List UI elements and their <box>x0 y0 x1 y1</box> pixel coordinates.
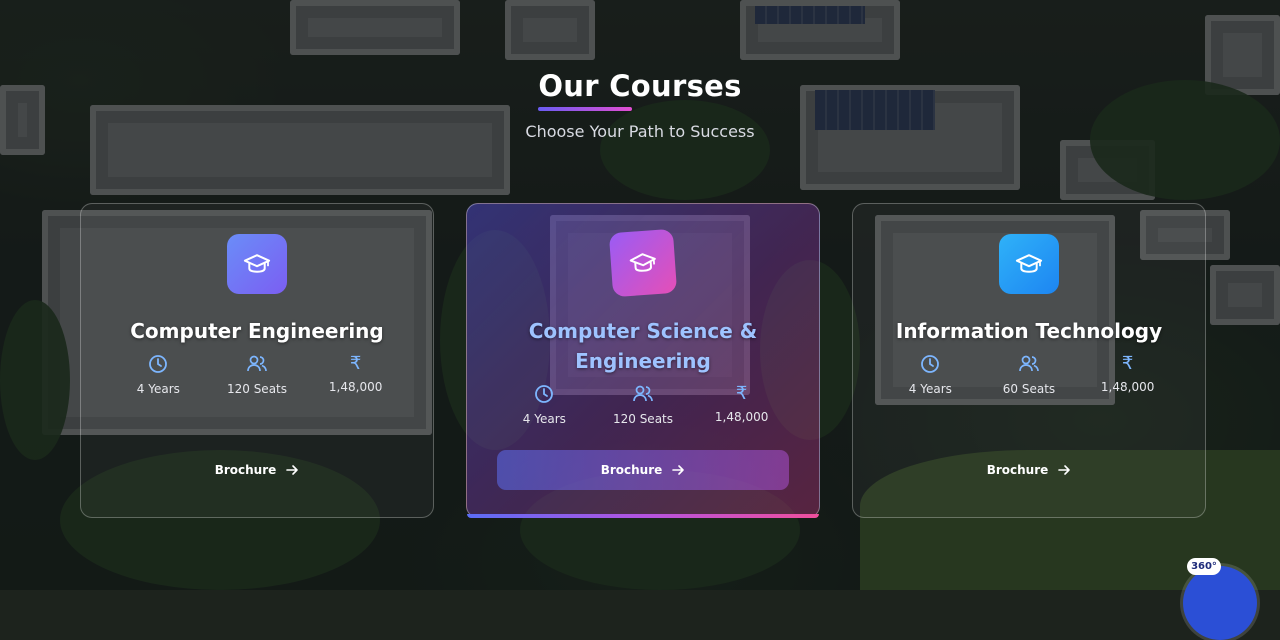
brochure-button[interactable]: Brochure <box>111 450 403 490</box>
clock-icon <box>535 385 554 403</box>
clock-icon <box>921 355 940 373</box>
clock-icon <box>149 355 168 373</box>
graduation-cap-icon <box>608 228 678 298</box>
course-card-information-technology[interactable]: Information Technology 4 Years 60 Seats … <box>852 203 1206 518</box>
seats-value: 120 Seats <box>612 412 673 426</box>
brochure-label: Brochure <box>600 463 663 477</box>
duration-value: 4 Years <box>136 382 180 396</box>
course-name: Computer Engineering <box>130 319 384 343</box>
duration-stat: 4 Years <box>499 384 589 427</box>
course-card-computer-engineering[interactable]: Computer Engineering 4 Years 120 Seats ₹… <box>80 203 434 518</box>
users-icon <box>1019 355 1039 372</box>
seats-value: 120 Seats <box>226 382 287 396</box>
course-stats: 4 Years 120 Seats ₹ 1,48,000 <box>467 384 819 427</box>
rupee-icon: ₹ <box>349 353 362 374</box>
arrow-right-icon <box>672 465 685 475</box>
fee-value: 1,48,000 <box>328 380 383 394</box>
section-title: Our Courses <box>538 66 742 111</box>
users-icon <box>633 385 653 402</box>
users-icon <box>247 355 267 372</box>
course-card-computer-science-engineering[interactable]: Computer Science & Engineering 4 Years 1… <box>466 203 820 518</box>
fee-stat: ₹ 1,48,000 <box>311 354 401 397</box>
section-subtitle: Choose Your Path to Success <box>525 122 755 141</box>
course-name: Information Technology <box>895 319 1163 343</box>
arrow-right-icon <box>1058 465 1071 475</box>
graduation-cap-icon <box>999 234 1059 294</box>
duration-value: 4 Years <box>522 412 566 426</box>
course-name: Computer Science & Engineering <box>528 319 758 373</box>
course-stats: 4 Years 120 Seats ₹ 1,48,000 <box>81 354 433 397</box>
fee-stat: ₹ 1,48,000 <box>697 384 787 427</box>
brochure-button[interactable]: Brochure <box>883 450 1175 490</box>
brochure-label: Brochure <box>986 463 1049 477</box>
brochure-button[interactable]: Brochure <box>497 450 789 490</box>
title-underline <box>538 107 633 111</box>
graduation-cap-icon <box>227 234 287 294</box>
brochure-label: Brochure <box>214 463 277 477</box>
section-title-text: Our Courses <box>538 69 742 103</box>
arrow-right-icon <box>286 465 299 475</box>
duration-stat: 4 Years <box>113 354 203 397</box>
seats-value: 60 Seats <box>1002 382 1056 396</box>
duration-value: 4 Years <box>908 382 952 396</box>
virtual-tour-button[interactable] <box>1183 566 1257 640</box>
seats-stat: 60 Seats <box>984 354 1074 397</box>
card-accent-bar <box>467 514 819 518</box>
duration-stat: 4 Years <box>885 354 975 397</box>
course-stats: 4 Years 60 Seats ₹ 1,48,000 <box>853 354 1205 397</box>
fee-stat: ₹ 1,48,000 <box>1083 354 1173 397</box>
rupee-icon: ₹ <box>735 383 748 404</box>
rupee-icon: ₹ <box>1121 353 1134 374</box>
fee-value: 1,48,000 <box>714 410 769 424</box>
seats-stat: 120 Seats <box>598 384 688 427</box>
fee-value: 1,48,000 <box>1100 380 1155 394</box>
virtual-tour-badge: 360° <box>1187 558 1221 575</box>
seats-stat: 120 Seats <box>212 354 302 397</box>
courses-header: Our Courses Choose Your Path to Success <box>0 66 1280 141</box>
